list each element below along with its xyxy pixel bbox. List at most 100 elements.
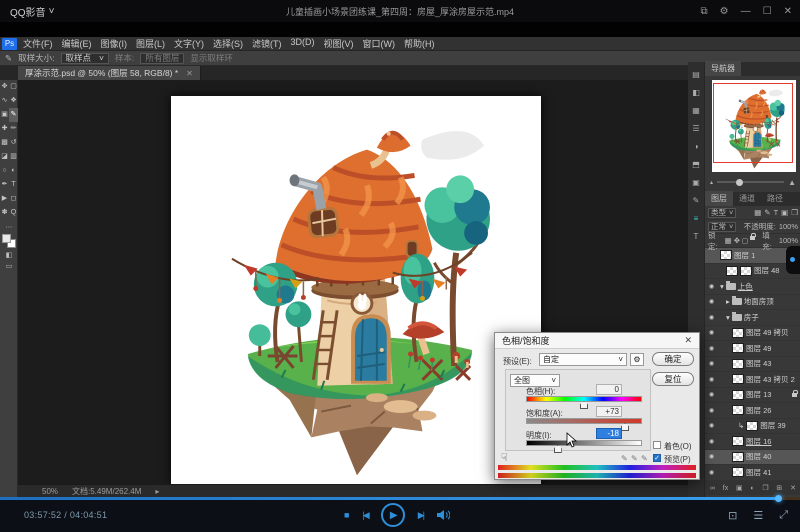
eyedropper-tool[interactable]: ✎ — [9, 108, 18, 122]
eyedropper-plus-icon[interactable]: ✎ — [631, 454, 638, 463]
eye-icon[interactable]: ◉ — [707, 329, 716, 336]
zoom-tool[interactable]: Q — [9, 206, 18, 220]
shape-tool[interactable]: ◻ — [9, 192, 18, 206]
filter-type-dropdown[interactable]: 类型 ˅ — [708, 208, 736, 218]
layer-row[interactable]: ◉图层 49 拷贝 — [705, 326, 800, 342]
layer-name[interactable]: 图层 41 — [746, 467, 771, 478]
stop-button[interactable]: ■ — [344, 510, 349, 520]
dialog-titlebar[interactable]: 色相/饱和度 ✕ — [495, 333, 699, 349]
snapshot-icon[interactable]: ⊡ — [728, 509, 737, 522]
tab-navigator[interactable]: 导航器 — [705, 61, 741, 76]
next-button[interactable]: ▶| — [418, 510, 423, 521]
layer-row[interactable]: ◉图层 40 — [705, 450, 800, 466]
navigator-thumbnail[interactable] — [712, 80, 796, 172]
close-icon[interactable]: ✕ — [784, 6, 792, 17]
side-widget[interactable] — [786, 246, 800, 274]
previous-button[interactable]: |◀ — [362, 510, 367, 521]
layer-thumbnail[interactable] — [732, 467, 744, 477]
gradient-tool[interactable]: ▥ — [9, 150, 18, 164]
group-caret-icon[interactable]: ▾ — [720, 282, 724, 291]
document-canvas[interactable] — [171, 96, 541, 484]
type-tool[interactable]: T — [9, 178, 18, 192]
adjustments-panel-icon[interactable]: ◑ — [694, 142, 699, 151]
document-tab[interactable]: 厚涂示范.psd @ 50% (图层 58, RGB/8) * ✕ — [18, 66, 201, 80]
sample-size-dropdown[interactable]: 取样点 ˅ — [61, 53, 109, 64]
layer-name[interactable]: 图层 16 — [746, 436, 771, 447]
layer-thumbnail[interactable] — [726, 266, 738, 276]
new-layer-icon[interactable]: ⊞ — [776, 484, 782, 492]
hand-tool[interactable]: ✽ — [0, 206, 9, 220]
layer-thumbnail[interactable] — [732, 405, 744, 415]
targeted-adjust-icon[interactable]: ☟ — [501, 451, 508, 464]
arrow-right-icon[interactable]: ▸ — [155, 487, 159, 496]
layer-name[interactable]: 图层 48 — [754, 265, 779, 276]
eye-icon[interactable]: ◉ — [707, 453, 716, 460]
minimize-icon[interactable]: — — [741, 6, 751, 17]
brush-tool[interactable]: ✏ — [9, 122, 18, 136]
quick-select-tool[interactable]: ❖ — [9, 94, 18, 108]
layer-row[interactable]: ◉▸地面房顶 — [705, 295, 800, 311]
preset-options-button[interactable]: ⚙ — [630, 353, 644, 366]
link-layers-icon[interactable]: ∞ — [710, 485, 715, 492]
color-panel-icon[interactable]: ▦ — [692, 106, 700, 115]
lightness-slider[interactable] — [526, 440, 642, 446]
show-ring-checkbox[interactable]: 显示取样环 — [190, 52, 233, 64]
menu-item-2[interactable]: 图像(I) — [101, 37, 128, 50]
lock-all-icon[interactable] — [750, 236, 755, 240]
lightness-value[interactable]: -18 — [596, 428, 622, 439]
lasso-tool[interactable]: ∿ — [0, 94, 9, 108]
layer-thumbnail[interactable] — [732, 359, 744, 369]
filter-icon-2[interactable]: T — [774, 208, 779, 217]
clone-stamp-tool[interactable]: ▩ — [0, 136, 9, 150]
layer-row[interactable]: ◉图层 13 — [705, 388, 800, 404]
pen-tool[interactable]: ✒ — [0, 178, 9, 192]
marquee-tool[interactable]: ▢ — [9, 80, 18, 94]
zoom-level[interactable]: 50% — [42, 487, 58, 496]
layer-group-icon[interactable]: ❐ — [762, 484, 768, 492]
clone-source-panel-icon[interactable]: ▣ — [692, 178, 700, 187]
fill-value[interactable]: 100% — [779, 236, 798, 245]
menu-item-5[interactable]: 选择(S) — [213, 37, 243, 50]
menu-item-4[interactable]: 文字(Y) — [174, 37, 204, 50]
styles-panel-icon[interactable]: ⬒ — [692, 160, 700, 169]
hue-slider-thumb[interactable] — [580, 401, 588, 409]
delete-layer-icon[interactable]: ✕ — [790, 484, 796, 492]
playlist-icon[interactable]: ☰ — [753, 509, 763, 522]
eye-icon[interactable]: ◉ — [707, 422, 716, 429]
layer-name[interactable]: 房子 — [744, 312, 759, 323]
lock-icon-1[interactable]: ✥ — [734, 236, 740, 245]
mini-mode-icon[interactable]: ⧉ — [701, 6, 708, 17]
eye-icon[interactable]: ◉ — [707, 469, 716, 476]
layer-name[interactable]: 图层 43 — [746, 358, 771, 369]
tab-路径[interactable]: 路径 — [761, 191, 789, 206]
brush-settings-panel-icon[interactable]: ✎ — [693, 196, 700, 205]
eye-icon[interactable]: ◉ — [707, 360, 716, 367]
healing-brush-tool[interactable]: ✚ — [0, 122, 9, 136]
zoom-slider[interactable] — [717, 181, 784, 183]
filter-icon-4[interactable]: ❐ — [791, 208, 798, 217]
app-menu[interactable]: QQ影音 ˅ — [10, 4, 54, 19]
blur-tool[interactable]: ○ — [0, 164, 9, 178]
fullscreen-icon[interactable]: ⤢ — [779, 509, 788, 522]
lock-icon-2[interactable]: ◻ — [742, 236, 748, 245]
layer-thumbnail[interactable] — [732, 343, 744, 353]
layer-row[interactable]: ◉ 图层 41 — [705, 465, 800, 481]
layer-row[interactable]: ◉ 图层 43 — [705, 357, 800, 373]
sample-dropdown[interactable]: 所有图层 — [140, 53, 184, 64]
close-icon[interactable]: ✕ — [186, 69, 193, 78]
eye-icon[interactable]: ◉ — [707, 407, 716, 414]
maximize-icon[interactable]: ☐ — [763, 6, 772, 17]
filter-icon-3[interactable]: ▣ — [781, 208, 788, 217]
eye-icon[interactable]: ◉ — [707, 283, 716, 290]
progress-bar[interactable] — [0, 497, 800, 500]
swatches-panel-icon[interactable]: ☰ — [692, 124, 699, 133]
color-swatches[interactable] — [2, 234, 16, 248]
filter-icon-1[interactable]: ✎ — [764, 208, 770, 217]
eye-icon[interactable]: ◉ — [707, 438, 716, 445]
menu-item-9[interactable]: 窗口(W) — [363, 37, 396, 50]
eye-icon[interactable]: ◉ — [707, 298, 716, 305]
properties-panel-icon[interactable]: ◧ — [692, 88, 700, 97]
layer-style-icon[interactable]: fx — [723, 485, 728, 492]
tab-图层[interactable]: 图层 — [705, 191, 733, 206]
layer-row[interactable]: ◉▾上色 — [705, 279, 800, 295]
